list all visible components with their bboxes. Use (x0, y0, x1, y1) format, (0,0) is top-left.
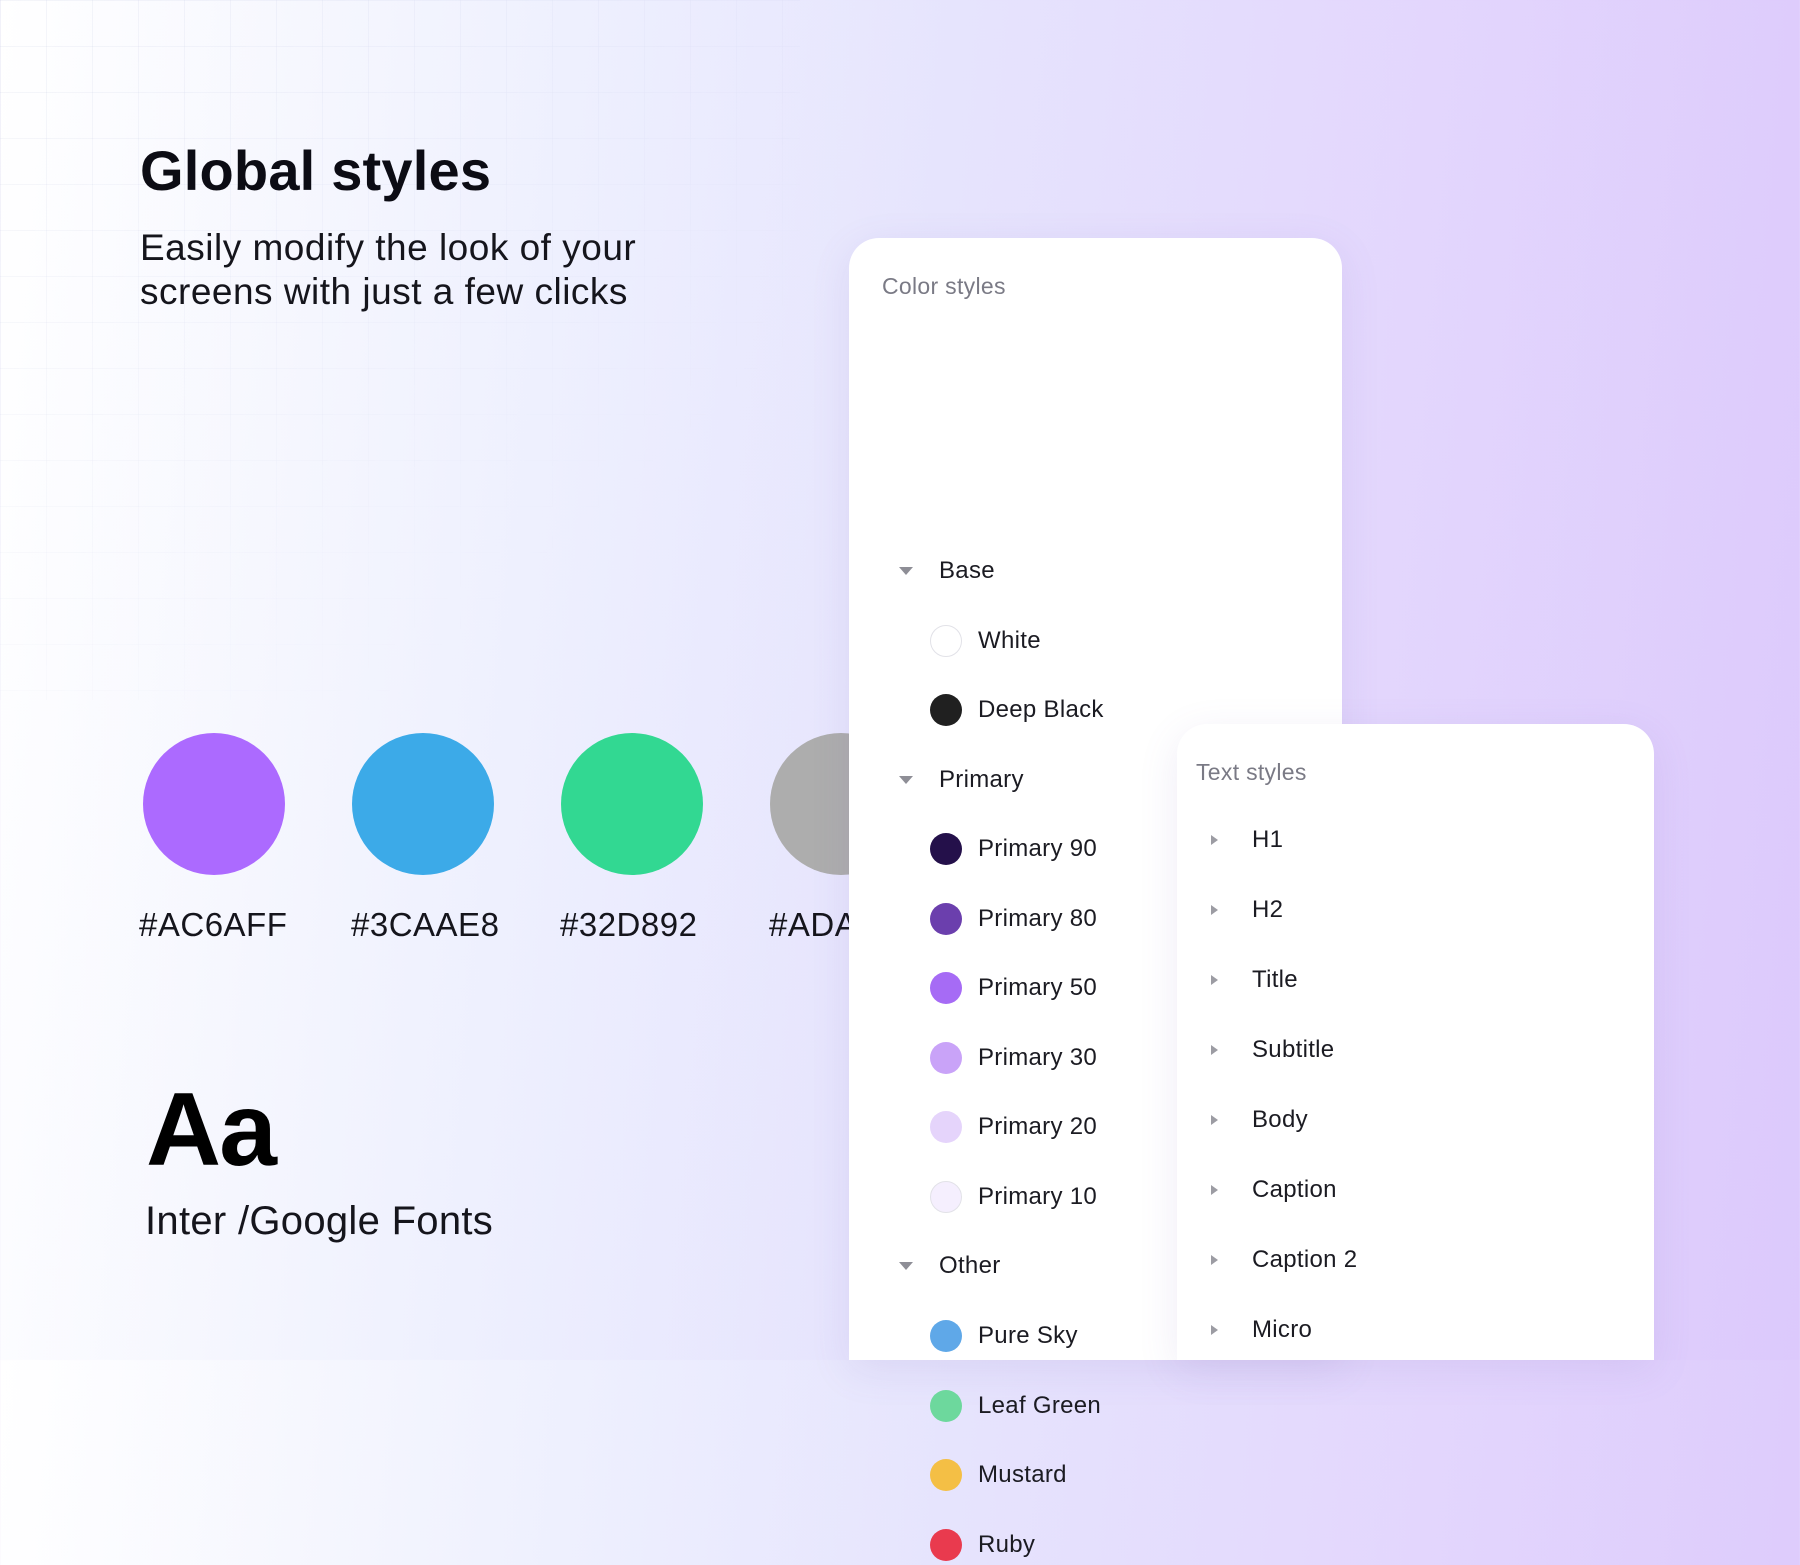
swatch-hex-label: #32D892 (560, 906, 698, 943)
caret-right-icon (1211, 1255, 1218, 1265)
color-style-label: Mustard (978, 1461, 1067, 1488)
page-title: Global styles (140, 139, 492, 202)
caret-right-icon (1211, 835, 1218, 845)
text-style-label: Subtitle (1252, 1036, 1335, 1063)
text-style-label: Title (1252, 966, 1298, 993)
text-style-item[interactable]: Title (1208, 960, 1298, 1000)
text-style-label: Body (1252, 1106, 1308, 1133)
color-style-label: Primary 30 (978, 1044, 1098, 1071)
color-dot-icon (930, 903, 962, 935)
color-style-label: Ruby (978, 1531, 1036, 1558)
color-style-item[interactable]: Deep Black (930, 690, 1104, 730)
text-style-label: H1 (1252, 826, 1284, 853)
color-style-label: Primary 80 (978, 905, 1098, 932)
color-style-label: Pure Sky (978, 1322, 1078, 1349)
text-style-label: Micro (1252, 1316, 1313, 1343)
color-dot-icon (930, 1042, 962, 1074)
swatch-hex-label: #3CAAE8 (351, 906, 500, 943)
page-subtitle: Easily modify the look of your screens w… (140, 227, 637, 312)
text-style-item[interactable]: Subtitle (1208, 1030, 1334, 1070)
color-style-label: Primary 90 (978, 835, 1098, 862)
color-dot-icon (930, 972, 962, 1004)
text-style-item[interactable]: Micro (1208, 1310, 1312, 1350)
color-dot-icon (930, 833, 962, 865)
color-style-item[interactable]: Primary 20 (930, 1107, 1097, 1147)
background-grid (0, 0, 800, 700)
text-style-item[interactable]: Caption (1208, 1170, 1337, 1210)
group-label: Primary (939, 766, 1024, 793)
color-style-label: Leaf Green (978, 1392, 1102, 1419)
color-style-item[interactable]: Primary 90 (930, 829, 1097, 869)
text-styles-title: Text styles (1196, 759, 1307, 785)
color-dot-icon (930, 1529, 962, 1561)
color-style-item[interactable]: White (930, 621, 1041, 661)
color-dot-icon (930, 625, 962, 657)
group-label: Base (939, 557, 995, 584)
text-style-label: Caption 2 (1252, 1246, 1358, 1273)
swatch-circle (561, 733, 703, 875)
color-style-item[interactable]: Ruby (930, 1525, 1035, 1565)
swatch-hex-label: #AC6AFF (139, 906, 288, 943)
font-name-label: Inter /Google Fonts (145, 1199, 494, 1243)
text-style-item[interactable]: Body (1208, 1100, 1308, 1140)
color-style-label: White (978, 627, 1041, 654)
text-style-item[interactable]: H1 (1208, 820, 1283, 860)
swatch-circle (143, 733, 285, 875)
color-style-item[interactable]: Primary 50 (930, 968, 1097, 1008)
caret-down-icon (899, 567, 913, 575)
caret-right-icon (1211, 1325, 1218, 1335)
caret-down-icon (899, 1262, 913, 1270)
color-style-item[interactable]: Pure Sky (930, 1316, 1078, 1356)
color-style-label: Primary 50 (978, 974, 1098, 1001)
color-dot-icon (930, 694, 962, 726)
color-dot-icon (930, 1181, 962, 1213)
caret-right-icon (1211, 1045, 1218, 1055)
color-style-label: Primary 20 (978, 1113, 1098, 1140)
text-style-item[interactable]: Caption 2 (1208, 1240, 1357, 1280)
color-style-label: Primary 10 (978, 1183, 1098, 1210)
group-row-base[interactable]: Base (894, 551, 995, 591)
caret-down-icon (899, 776, 913, 784)
caret-right-icon (1211, 1185, 1218, 1195)
text-style-label: Caption (1252, 1176, 1337, 1203)
color-dot-icon (930, 1111, 962, 1143)
text-style-label: H2 (1252, 896, 1284, 923)
color-style-item[interactable]: Leaf Green (930, 1386, 1101, 1426)
color-dot-icon (930, 1390, 962, 1422)
color-dot-icon (930, 1320, 962, 1352)
color-styles-title: Color styles (882, 273, 1006, 299)
color-dot-icon (930, 1459, 962, 1491)
group-row-other[interactable]: Other (894, 1246, 1001, 1286)
caret-right-icon (1211, 1115, 1218, 1125)
swatch-circle (352, 733, 494, 875)
group-label: Other (939, 1252, 1001, 1279)
text-styles-panel: Text styles H1 H2 Title Subtitle Body Ca… (1177, 724, 1654, 1360)
group-row-primary[interactable]: Primary (894, 760, 1024, 800)
color-style-label: Deep Black (978, 696, 1104, 723)
text-style-item[interactable]: H2 (1208, 890, 1283, 930)
color-style-item[interactable]: Primary 10 (930, 1177, 1097, 1217)
swatch-hex-label: #ADA (769, 906, 858, 943)
caret-right-icon (1211, 975, 1218, 985)
caret-right-icon (1211, 905, 1218, 915)
color-style-item[interactable]: Mustard (930, 1455, 1067, 1495)
color-style-item[interactable]: Primary 80 (930, 899, 1097, 939)
color-style-item[interactable]: Primary 30 (930, 1038, 1097, 1078)
type-sample: Aa (146, 1072, 277, 1188)
